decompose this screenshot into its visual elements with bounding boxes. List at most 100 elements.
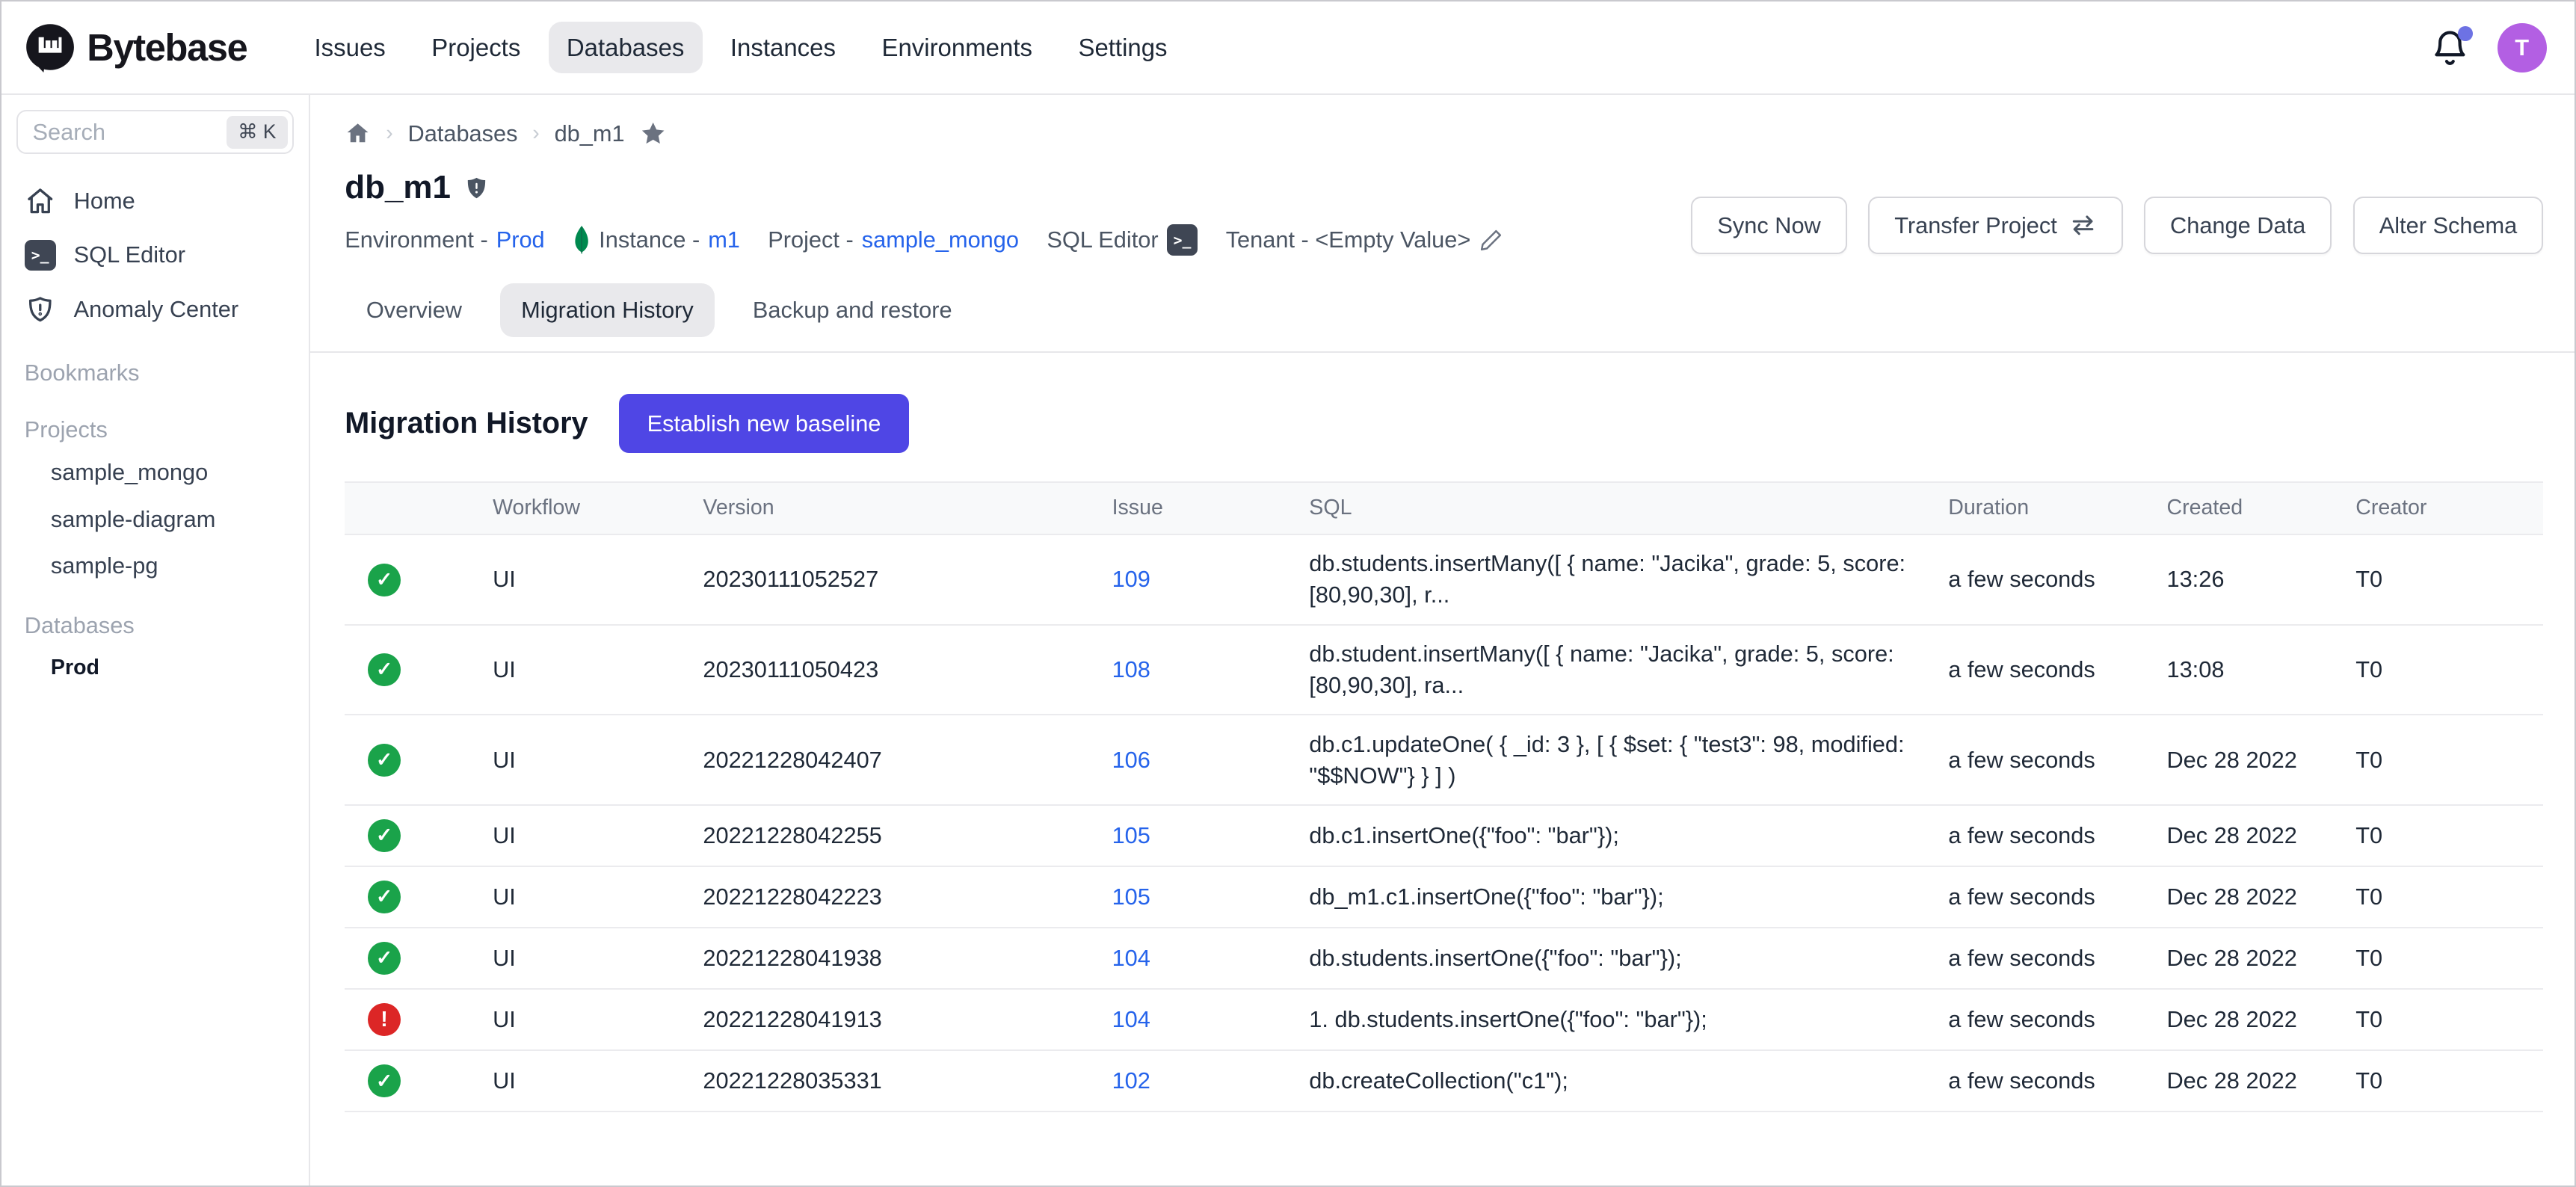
issue-link[interactable]: 106 <box>1112 747 1150 773</box>
app-window: Bytebase Issues Projects Databases Insta… <box>0 0 2576 1187</box>
shield-alert-icon <box>25 294 56 325</box>
breadcrumb-home-icon[interactable] <box>345 120 371 147</box>
section-title: Migration History <box>345 407 588 440</box>
avatar[interactable]: T <box>2498 23 2547 73</box>
page-title: db_m1 <box>345 169 451 206</box>
sql-cell: db.student.insertMany([ { name: "Jacika"… <box>1309 641 1894 698</box>
issue-link[interactable]: 105 <box>1112 822 1150 848</box>
sql-cell: db.createCollection("c1"); <box>1309 1067 1568 1094</box>
nav-item-issues[interactable]: Issues <box>296 22 404 73</box>
search-input[interactable] <box>33 119 227 146</box>
home-icon <box>25 185 56 217</box>
nav-item-databases[interactable]: Databases <box>549 22 703 73</box>
creator-cell: T0 <box>2336 1050 2543 1112</box>
notification-bell-icon[interactable] <box>2430 28 2470 67</box>
col-issue: Issue <box>1092 482 1289 534</box>
creator-cell: T0 <box>2336 989 2543 1050</box>
status-icon <box>368 744 401 777</box>
brand-logo[interactable]: Bytebase <box>25 22 247 73</box>
breadcrumb-db-m1[interactable]: db_m1 <box>555 120 625 147</box>
environment-label: Environment - <box>345 226 487 253</box>
version-cell: 20221228041913 <box>683 989 1092 1050</box>
created-cell: Dec 28 2022 <box>2147 989 2336 1050</box>
created-cell: Dec 28 2022 <box>2147 715 2336 805</box>
issue-link[interactable]: 104 <box>1112 945 1150 971</box>
instance-link[interactable]: m1 <box>708 226 740 253</box>
breadcrumb-databases[interactable]: Databases <box>408 120 518 147</box>
tab-backup-and-restore[interactable]: Backup and restore <box>731 283 973 336</box>
duration-cell: a few seconds <box>1929 989 2147 1050</box>
table-row: UI 20221228041913 104 1. db.students.ins… <box>345 989 2543 1050</box>
transfer-project-button[interactable]: Transfer Project <box>1868 197 2122 254</box>
creator-cell: T0 <box>2336 715 2543 805</box>
col-creator: Creator <box>2336 482 2543 534</box>
table-row: UI 20230111052527 109 db.students.insert… <box>345 534 2543 625</box>
sidebar-item-sql-editor[interactable]: >_ SQL Editor <box>15 228 296 283</box>
sidebar-item-sample-pg[interactable]: sample-pg <box>15 543 296 589</box>
nav-item-environments[interactable]: Environments <box>863 22 1050 73</box>
col-created: Created <box>2147 482 2336 534</box>
created-cell: Dec 28 2022 <box>2147 1050 2336 1112</box>
edit-pencil-icon[interactable] <box>1479 228 1503 253</box>
sidebar-section-databases: Databases <box>15 599 296 645</box>
tenant-label: Tenant - <Empty Value> <box>1226 226 1471 253</box>
protected-shield-icon <box>464 175 489 201</box>
bookmark-star-icon[interactable] <box>639 120 667 147</box>
project-link[interactable]: sample_mongo <box>862 226 1019 253</box>
duration-cell: a few seconds <box>1929 625 2147 715</box>
duration-cell: a few seconds <box>1929 928 2147 989</box>
issue-link[interactable]: 105 <box>1112 884 1150 910</box>
sql-editor-label: SQL Editor <box>1047 226 1158 253</box>
sidebar-item-sample-mongo[interactable]: sample_mongo <box>15 449 296 496</box>
creator-cell: T0 <box>2336 625 2543 715</box>
version-cell: 20221228041938 <box>683 928 1092 989</box>
sidebar-item-label: SQL Editor <box>74 241 185 268</box>
duration-cell: a few seconds <box>1929 805 2147 866</box>
sidebar-item-prod[interactable]: Prod <box>15 646 296 690</box>
table-row: UI 20221228035331 102 db.createCollectio… <box>345 1050 2543 1112</box>
version-cell: 20221228042223 <box>683 866 1092 928</box>
breadcrumb: › Databases › db_m1 <box>345 120 2543 147</box>
nav-item-settings[interactable]: Settings <box>1060 22 1185 73</box>
table-row: UI 20221228042255 105 db.c1.insertOne({"… <box>345 805 2543 866</box>
environment-link[interactable]: Prod <box>496 226 545 253</box>
tab-migration-history[interactable]: Migration History <box>500 283 715 336</box>
sync-now-button[interactable]: Sync Now <box>1691 197 1846 254</box>
top-navbar: Bytebase Issues Projects Databases Insta… <box>1 1 2575 95</box>
table-header-row: Workflow Version Issue SQL Duration Crea… <box>345 482 2543 534</box>
sidebar-item-label: Home <box>74 188 135 215</box>
header-actions: Sync Now Transfer Project Change Data Al… <box>1691 197 2543 254</box>
nav-item-instances[interactable]: Instances <box>712 22 854 73</box>
sidebar-item-home[interactable]: Home <box>15 174 296 229</box>
col-duration: Duration <box>1929 482 2147 534</box>
sql-editor-terminal-icon[interactable]: >_ <box>1167 224 1198 256</box>
col-sql: SQL <box>1289 482 1929 534</box>
sidebar-item-sample-diagram[interactable]: sample-diagram <box>15 496 296 543</box>
version-cell: 20221228042255 <box>683 805 1092 866</box>
breadcrumb-separator: › <box>386 121 393 146</box>
alter-schema-button[interactable]: Alter Schema <box>2353 197 2543 254</box>
transfer-project-label: Transfer Project <box>1894 212 2057 239</box>
creator-cell: T0 <box>2336 866 2543 928</box>
establish-baseline-button[interactable]: Establish new baseline <box>619 394 909 453</box>
issue-link[interactable]: 102 <box>1112 1067 1150 1094</box>
issue-link[interactable]: 104 <box>1112 1006 1150 1032</box>
primary-nav: Issues Projects Databases Instances Envi… <box>296 22 1185 73</box>
version-cell: 20221228042407 <box>683 715 1092 805</box>
sidebar-item-anomaly-center[interactable]: Anomaly Center <box>15 283 296 337</box>
nav-item-projects[interactable]: Projects <box>413 22 538 73</box>
status-icon <box>368 564 401 596</box>
search-box[interactable]: ⌘ K <box>16 110 295 154</box>
workflow-cell: UI <box>473 805 683 866</box>
duration-cell: a few seconds <box>1929 534 2147 625</box>
workflow-cell: UI <box>473 715 683 805</box>
issue-link[interactable]: 109 <box>1112 566 1150 592</box>
breadcrumb-separator: › <box>532 121 540 146</box>
terminal-icon: >_ <box>25 240 56 271</box>
project-label: Project - <box>768 226 854 253</box>
workflow-cell: UI <box>473 1050 683 1112</box>
workflow-cell: UI <box>473 866 683 928</box>
tab-overview[interactable]: Overview <box>345 283 483 336</box>
change-data-button[interactable]: Change Data <box>2144 197 2332 254</box>
issue-link[interactable]: 108 <box>1112 656 1150 682</box>
